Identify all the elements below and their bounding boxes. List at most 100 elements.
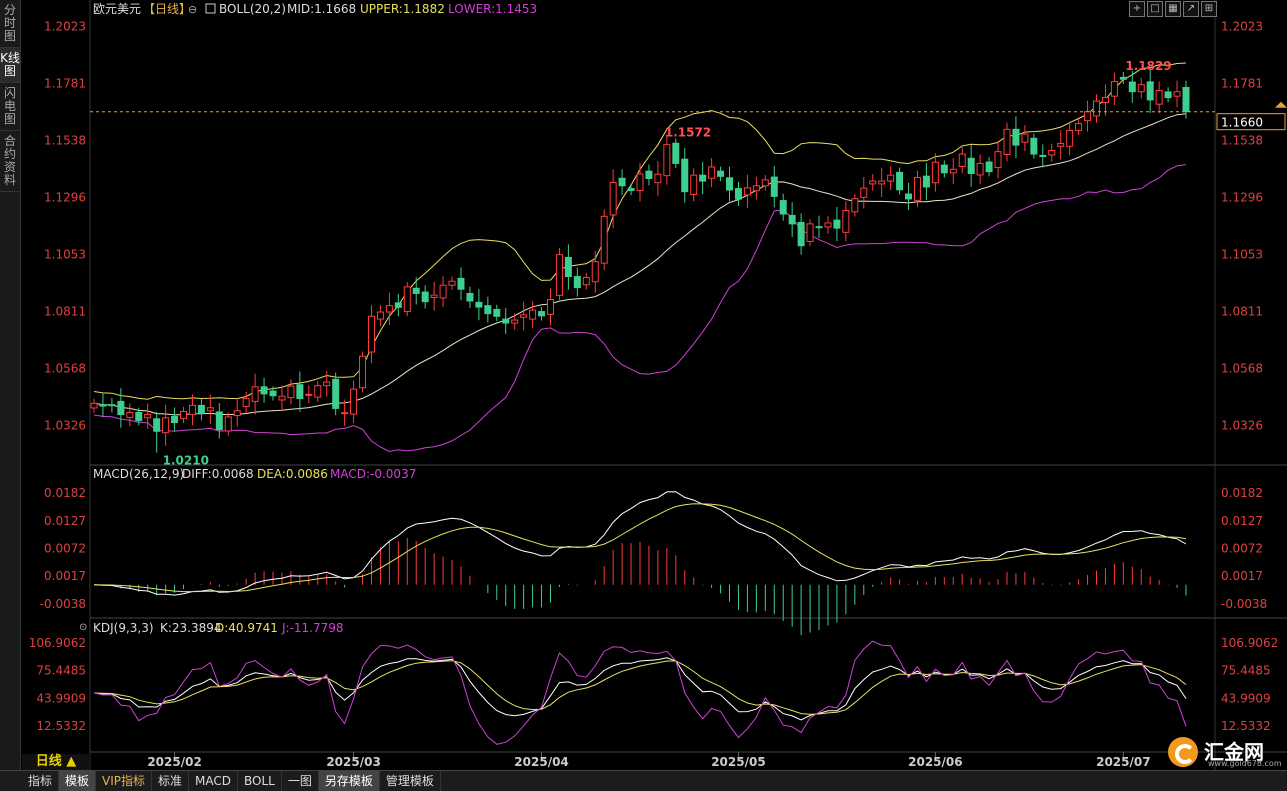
candle-body xyxy=(887,174,895,182)
tab-manage-templates[interactable]: 管理模板 xyxy=(380,771,441,791)
tab-save-template[interactable]: 另存模板 xyxy=(318,771,380,791)
macd-label: MACD(26,12,9) xyxy=(93,467,184,481)
kdj-tick-left: 75.4485 xyxy=(36,664,86,678)
candle-body xyxy=(788,214,796,225)
kdj-close-icon[interactable]: ⊙ xyxy=(79,622,87,633)
candle-body xyxy=(484,305,492,315)
chart-area[interactable]: 欧元美元 【日线】 ⊖ BOLL(20,2) MID:1.1668 UPPER:… xyxy=(0,0,1287,770)
candle-body xyxy=(403,286,411,313)
candle-body xyxy=(1057,142,1065,147)
candle-body xyxy=(815,226,823,229)
macd-tick-right: 0.0017 xyxy=(1221,569,1263,583)
price-tick-right: 1.0811 xyxy=(1221,304,1263,318)
candle-body xyxy=(188,404,196,415)
price-tick-right: 1.2023 xyxy=(1221,19,1263,33)
candle-body xyxy=(734,188,742,200)
grid-icon[interactable]: ⊞ xyxy=(1201,1,1217,17)
price-tick-right: 1.0568 xyxy=(1221,361,1263,375)
price-tick-right: 1.1538 xyxy=(1221,133,1263,147)
candle-body xyxy=(1128,81,1136,93)
candle-body xyxy=(251,386,259,402)
macd-diff: DIFF:0.0068 xyxy=(182,467,254,481)
candle-body xyxy=(582,276,590,286)
candle-body xyxy=(797,221,805,247)
candle-body xyxy=(439,284,447,299)
candle-body xyxy=(1110,81,1118,97)
tab-one-chart[interactable]: 一图 xyxy=(282,771,319,791)
candle-body xyxy=(699,174,707,182)
candle-body xyxy=(206,407,214,412)
x-tick-label: 2025/06 xyxy=(908,755,962,769)
price-tick-left: 1.2023 xyxy=(44,19,86,33)
tab-macd[interactable]: MACD xyxy=(189,771,239,791)
candle-body xyxy=(529,309,537,320)
candle-body xyxy=(878,180,886,185)
crosshair-icon[interactable]: + xyxy=(1129,1,1145,17)
candle-body xyxy=(994,151,1002,168)
kdj-k: K:23.3894 xyxy=(160,621,222,635)
candle xyxy=(555,247,563,303)
zoom-icon[interactable]: □ xyxy=(1147,1,1163,17)
candle-body xyxy=(162,417,170,434)
candle-body xyxy=(905,193,913,200)
price-tick-right: 1.1053 xyxy=(1221,247,1263,261)
candle-body xyxy=(412,287,420,294)
candle-body xyxy=(144,414,152,419)
tab-indicators[interactable]: 指标 xyxy=(22,771,60,791)
price-tick-left: 1.1538 xyxy=(44,133,86,147)
tab-vip-indicators[interactable]: VIP指标 xyxy=(96,771,153,791)
candle-body xyxy=(323,381,331,387)
expand-icon[interactable]: ↗ xyxy=(1183,1,1199,17)
candle xyxy=(600,209,608,270)
candle-body xyxy=(833,219,841,229)
candle-body xyxy=(538,311,546,317)
x-tick-label: 2025/03 xyxy=(326,755,380,769)
candle-body xyxy=(663,144,671,177)
candle-body xyxy=(153,418,161,432)
macd-tick-left: 0.0017 xyxy=(44,569,86,583)
current-price-label: 1.1660 xyxy=(1221,116,1263,130)
candle-body xyxy=(654,173,662,184)
bottom-toolbar: 指标 模板 VIP指标 标准 MACD BOLL 一图 另存模板 管理模板 xyxy=(0,770,1287,791)
candle-body xyxy=(824,222,832,228)
candle-body xyxy=(546,299,554,315)
candle-body xyxy=(296,384,304,400)
candle-body xyxy=(555,254,563,296)
period-button[interactable]: 日线 ▲ xyxy=(22,754,90,770)
candle-body xyxy=(1075,122,1083,132)
candle-body xyxy=(869,180,877,185)
candle-body xyxy=(761,179,769,187)
tab-templates[interactable]: 模板 xyxy=(59,771,97,791)
candle-body xyxy=(922,175,930,188)
settings-icon[interactable]: ⊖ xyxy=(188,3,197,16)
kdj-label: KDJ(9,3,3) xyxy=(93,621,154,635)
macd-tick-left: 0.0072 xyxy=(44,541,86,555)
candle-body xyxy=(1155,90,1163,105)
candle-body xyxy=(1092,100,1100,117)
macd-tick-left: 0.0127 xyxy=(44,514,86,528)
price-tick-left: 1.1781 xyxy=(44,76,86,90)
kdj-tick-right: 106.9062 xyxy=(1221,636,1278,650)
x-tick-label: 2025/02 xyxy=(147,755,201,769)
logo-icon xyxy=(1168,737,1198,767)
layout-icon[interactable]: ▦ xyxy=(1165,1,1181,17)
candle-body xyxy=(376,311,384,320)
tab-standard[interactable]: 标准 xyxy=(152,771,190,791)
tab-boll[interactable]: BOLL xyxy=(238,771,282,791)
x-tick-label: 2025/04 xyxy=(514,755,568,769)
candle-body xyxy=(466,292,474,302)
candle-body xyxy=(752,185,760,192)
candle-body xyxy=(224,416,232,432)
kdj-tick-left: 43.9909 xyxy=(36,691,86,705)
candle xyxy=(332,372,340,416)
kdj-tick-right: 12.5332 xyxy=(1221,719,1271,733)
candle-body xyxy=(242,398,250,408)
macd-tick-right: 0.0127 xyxy=(1221,514,1263,528)
candle-body xyxy=(896,171,904,191)
window-controls: + □ ▦ ↗ ⊞ xyxy=(1129,1,1217,17)
candle-body xyxy=(90,402,98,409)
candle-body xyxy=(779,200,787,215)
candle xyxy=(359,351,367,393)
candle-body xyxy=(215,411,223,431)
candle-body xyxy=(493,308,501,317)
